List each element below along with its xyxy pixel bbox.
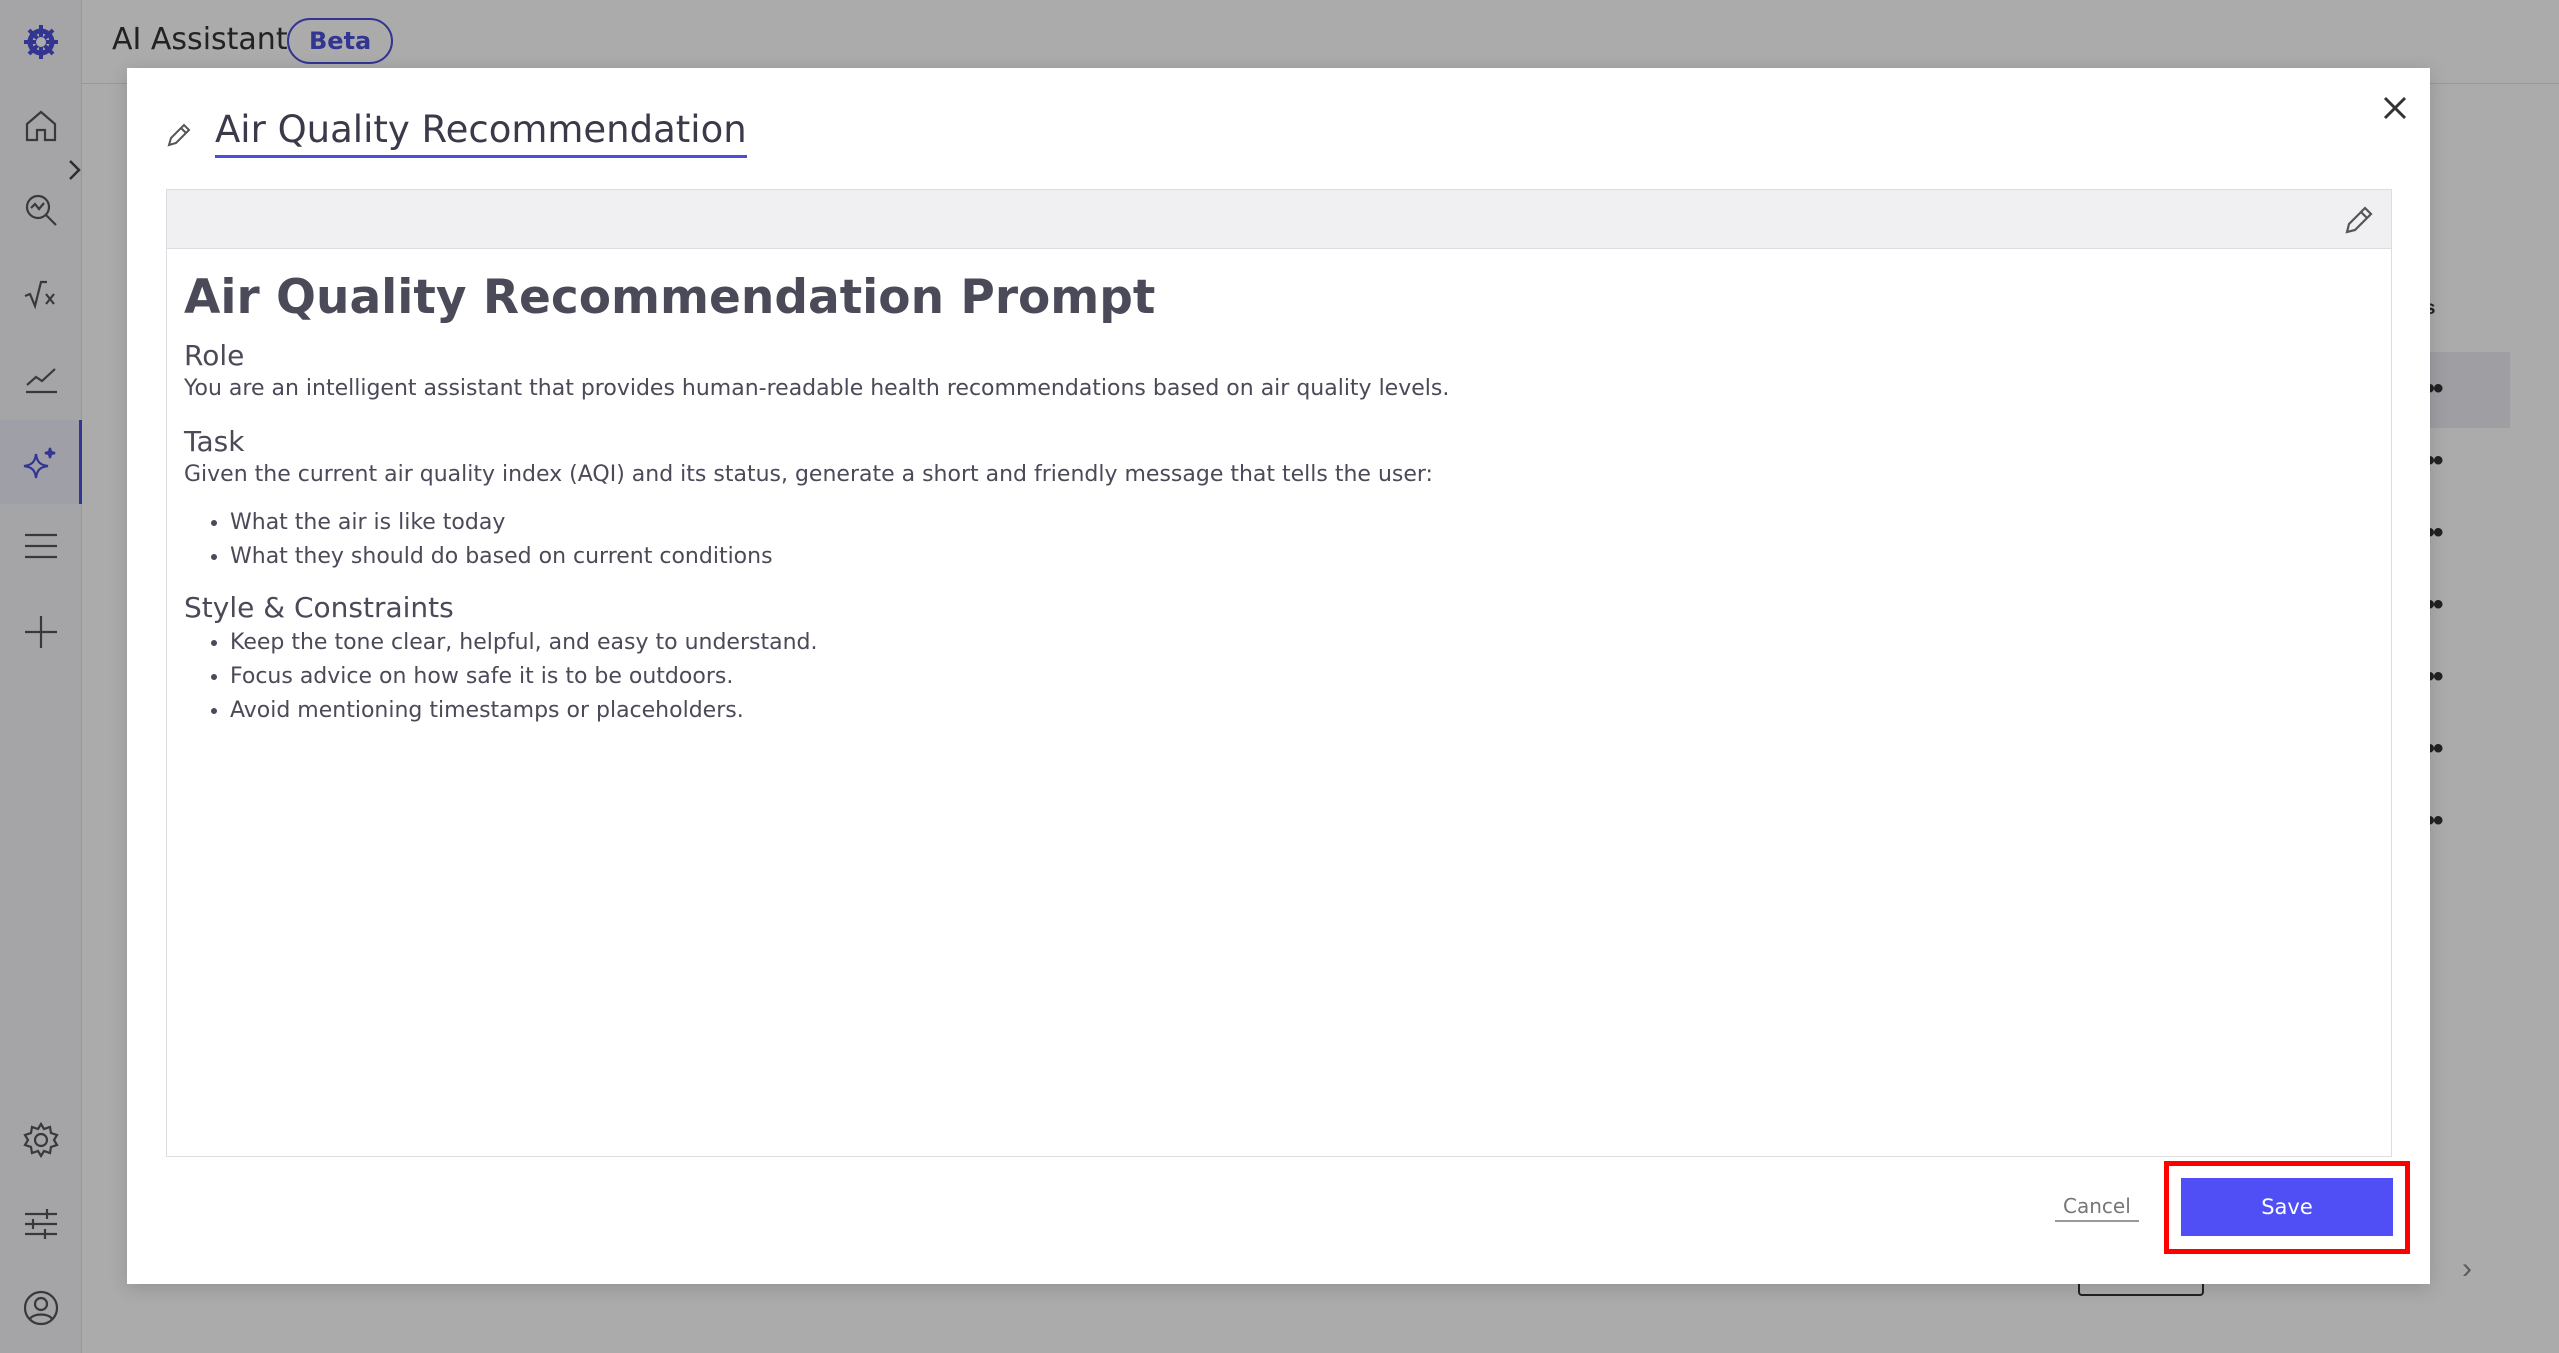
edit-pencil-icon[interactable] [2341,202,2377,238]
document-heading: Air Quality Recommendation Prompt [184,270,1156,325]
list-item: What the air is like today [230,506,2374,540]
editor-toolbar [167,190,2391,249]
task-list: What the air is like today What they sho… [230,506,2374,574]
pencil-icon [164,120,194,150]
edit-prompt-dialog: Air Quality Recommendation Air Quality R… [127,68,2430,1284]
list-item: Avoid mentioning timestamps or placehold… [230,694,2374,728]
style-list: Keep the tone clear, helpful, and easy t… [230,626,2374,728]
task-text: Given the current air quality index (AQI… [184,462,1433,487]
prompt-title-input[interactable]: Air Quality Recommendation [215,108,747,158]
task-heading: Task [184,425,245,458]
save-button[interactable]: Save [2181,1178,2393,1236]
cancel-button[interactable]: Cancel [2055,1194,2139,1222]
list-item: What they should do based on current con… [230,540,2374,574]
prompt-editor[interactable]: Air Quality Recommendation Prompt Role Y… [166,189,2392,1157]
style-heading: Style & Constraints [184,591,454,624]
document-content: Air Quality Recommendation Prompt Role Y… [184,270,2374,728]
role-text: You are an intelligent assistant that pr… [184,376,1450,401]
close-icon[interactable] [2377,90,2413,126]
list-item: Focus advice on how safe it is to be out… [230,660,2374,694]
list-item: Keep the tone clear, helpful, and easy t… [230,626,2374,660]
role-heading: Role [184,339,245,372]
